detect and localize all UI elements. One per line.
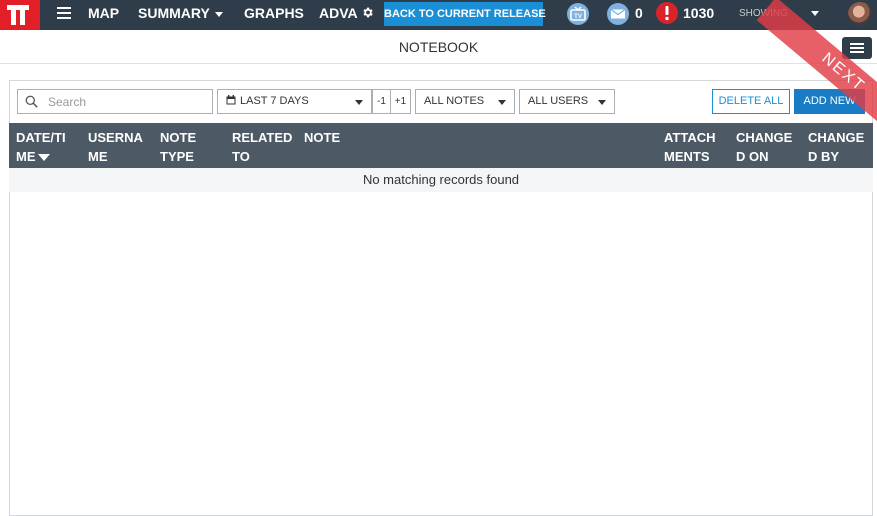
- page-menu-button[interactable]: [842, 37, 872, 59]
- column-header-line: RELATED: [232, 130, 293, 145]
- column-header-line: ME: [16, 149, 36, 164]
- step-forward-button[interactable]: +1: [390, 89, 411, 114]
- chevron-down-icon[interactable]: [811, 11, 819, 16]
- chevron-down-icon: [355, 100, 363, 105]
- nav-summary-label: SUMMARY: [138, 5, 210, 21]
- main-menu-icon[interactable]: [57, 7, 71, 19]
- calendar-icon: [226, 95, 236, 105]
- add-new-button[interactable]: ADD NEW: [794, 89, 865, 114]
- column-header-line: NOTE: [160, 130, 197, 145]
- nav-summary[interactable]: SUMMARY: [138, 5, 223, 21]
- column-header-line: D BY: [808, 149, 840, 164]
- nav-graphs[interactable]: GRAPHS: [244, 5, 304, 21]
- search-input[interactable]: [48, 93, 208, 110]
- column-header-changed-on[interactable]: CHANGE D ON: [736, 128, 792, 166]
- logo-mark-icon: [7, 5, 29, 25]
- column-header-line: TYPE: [160, 149, 194, 164]
- chevron-down-icon: [598, 100, 606, 105]
- messages-count: 0: [635, 5, 643, 21]
- column-header-username[interactable]: USERNA ME: [88, 128, 143, 166]
- date-range-select[interactable]: LAST 7 DAYS: [217, 89, 372, 114]
- notes-filter-select[interactable]: ALL NOTES: [415, 89, 515, 114]
- column-header-date-time[interactable]: DATE/TI ME: [16, 128, 66, 166]
- column-header-line: NOTE: [304, 130, 341, 145]
- alerts-count: 1030: [683, 5, 715, 21]
- user-avatar[interactable]: [848, 2, 872, 26]
- column-header-line: DATE/TI: [16, 130, 66, 145]
- users-filter-value: ALL USERS: [528, 95, 589, 107]
- column-header-line: USERNA: [88, 130, 143, 145]
- empty-table-message: No matching records found: [9, 168, 873, 192]
- alert-icon[interactable]: [655, 1, 679, 25]
- column-header-line: ATTACH: [664, 130, 716, 145]
- column-header-line: MENTS: [664, 149, 710, 164]
- search-icon: [25, 95, 38, 108]
- nav-advanced[interactable]: ADVA: [319, 5, 358, 21]
- step-back-button[interactable]: -1: [372, 89, 391, 114]
- svg-text:TV: TV: [574, 14, 582, 20]
- column-header-note-type[interactable]: NOTE TYPE: [160, 128, 196, 166]
- column-header-related-to[interactable]: RELATED TO: [232, 128, 292, 166]
- gear-icon[interactable]: [361, 6, 374, 19]
- menu-bar-icon: [850, 47, 864, 49]
- delete-all-button[interactable]: DELETE ALL: [712, 89, 790, 114]
- menu-bar-icon: [850, 43, 864, 45]
- sort-descending-icon: [37, 154, 50, 162]
- back-to-current-release-button[interactable]: BACK TO CURRENT RELEASE: [384, 2, 546, 26]
- tv-icon[interactable]: TV: [566, 2, 590, 26]
- mail-icon[interactable]: [606, 2, 630, 26]
- column-header-changed-by[interactable]: CHANGE D BY: [808, 128, 864, 166]
- showing-selector-label[interactable]: SHOWING: [739, 8, 788, 19]
- title-row: NOTEBOOK: [0, 30, 877, 64]
- users-filter-select[interactable]: ALL USERS: [519, 89, 615, 114]
- notes-filter-value: ALL NOTES: [424, 95, 485, 107]
- column-header-line: TO: [232, 149, 250, 164]
- column-header-line: CHANGE: [736, 130, 793, 145]
- column-header-line: D ON: [736, 149, 769, 164]
- page-title: NOTEBOOK: [398, 39, 479, 55]
- chevron-down-icon: [214, 11, 223, 17]
- column-header-line: CHANGE: [808, 130, 865, 145]
- nav-map[interactable]: MAP: [88, 5, 119, 21]
- menu-bar-icon: [850, 51, 864, 53]
- top-navigation-bar: MAP SUMMARY GRAPHS ADVA BACK TO CURRENT …: [0, 0, 877, 30]
- search-box[interactable]: [17, 89, 213, 114]
- chevron-down-icon: [498, 100, 506, 105]
- column-header-attachments[interactable]: ATTACH MENTS: [664, 128, 716, 166]
- column-header-line: ME: [88, 149, 108, 164]
- date-range-value: LAST 7 DAYS: [240, 95, 309, 107]
- app-logo[interactable]: [0, 0, 40, 30]
- column-header-note[interactable]: NOTE: [304, 128, 340, 147]
- table-header: DATE/TI ME USERNA ME NOTE TYPE RELATED T…: [9, 123, 873, 168]
